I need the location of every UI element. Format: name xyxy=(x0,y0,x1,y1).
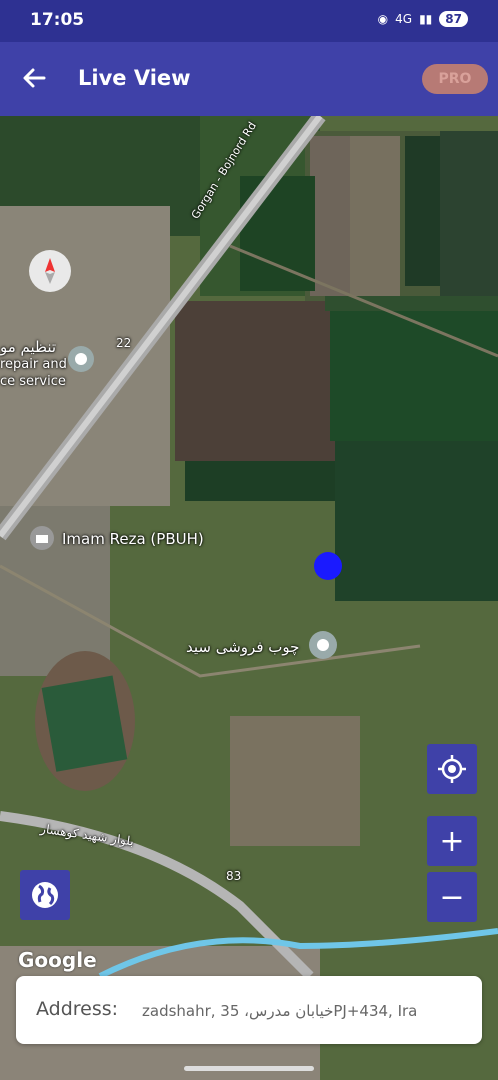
address-label: Address: xyxy=(36,998,119,1020)
back-arrow-icon[interactable] xyxy=(18,62,50,94)
google-logo: Google xyxy=(18,948,97,972)
poi-repair-name: تنظیم مو xyxy=(0,338,57,356)
satellite-imagery xyxy=(0,116,498,1080)
road-number-83: 83 xyxy=(226,869,242,883)
status-bar: 17:05 ◉ 4G ▮▮ 87 xyxy=(0,0,498,42)
network-label: 4G xyxy=(395,12,413,26)
globe-icon xyxy=(32,882,58,908)
compass-icon[interactable] xyxy=(29,250,71,292)
current-location-marker xyxy=(314,552,342,580)
my-location-button[interactable] xyxy=(427,744,477,794)
poi-imam-reza: Imam Reza (PBUH) xyxy=(62,530,204,548)
poi-repair-line1: repair and xyxy=(0,357,67,372)
map-pin-icon[interactable] xyxy=(307,629,339,661)
pro-button[interactable]: PRO xyxy=(422,64,488,94)
zoom-in-button[interactable]: + xyxy=(427,816,477,866)
zoom-out-button[interactable]: − xyxy=(427,872,477,922)
map-view[interactable]: Gorgan - Bojnord Rd 22 83 تنظیم مو repai… xyxy=(0,116,498,1080)
mosque-icon[interactable] xyxy=(28,524,56,552)
signal-icon: ▮▮ xyxy=(419,12,433,26)
battery-badge: 87 xyxy=(439,11,468,27)
minus-icon: − xyxy=(439,879,465,915)
road-number-22: 22 xyxy=(116,336,132,350)
map-type-button[interactable] xyxy=(20,870,70,920)
map-pin-icon[interactable] xyxy=(66,344,96,374)
hotspot-icon: ◉ xyxy=(377,12,389,26)
app-bar: Live View PRO xyxy=(0,42,498,116)
page-title: Live View xyxy=(78,66,191,90)
home-indicator[interactable] xyxy=(184,1066,314,1071)
address-card: Address: zadshahr, 35 ،خیابان مدرس‌PJ+43… xyxy=(16,976,482,1044)
plus-icon: + xyxy=(439,823,465,859)
poi-wood-shop: چوب فروشی سید xyxy=(186,638,300,656)
status-icons: ◉ 4G ▮▮ 87 xyxy=(378,11,468,27)
crosshair-icon xyxy=(438,755,466,783)
status-time: 17:05 xyxy=(30,10,85,30)
poi-repair-line2: ce service xyxy=(0,374,66,389)
address-value: zadshahr, 35 ،خیابان مدرس‌PJ+434, Ira xyxy=(142,1002,418,1020)
